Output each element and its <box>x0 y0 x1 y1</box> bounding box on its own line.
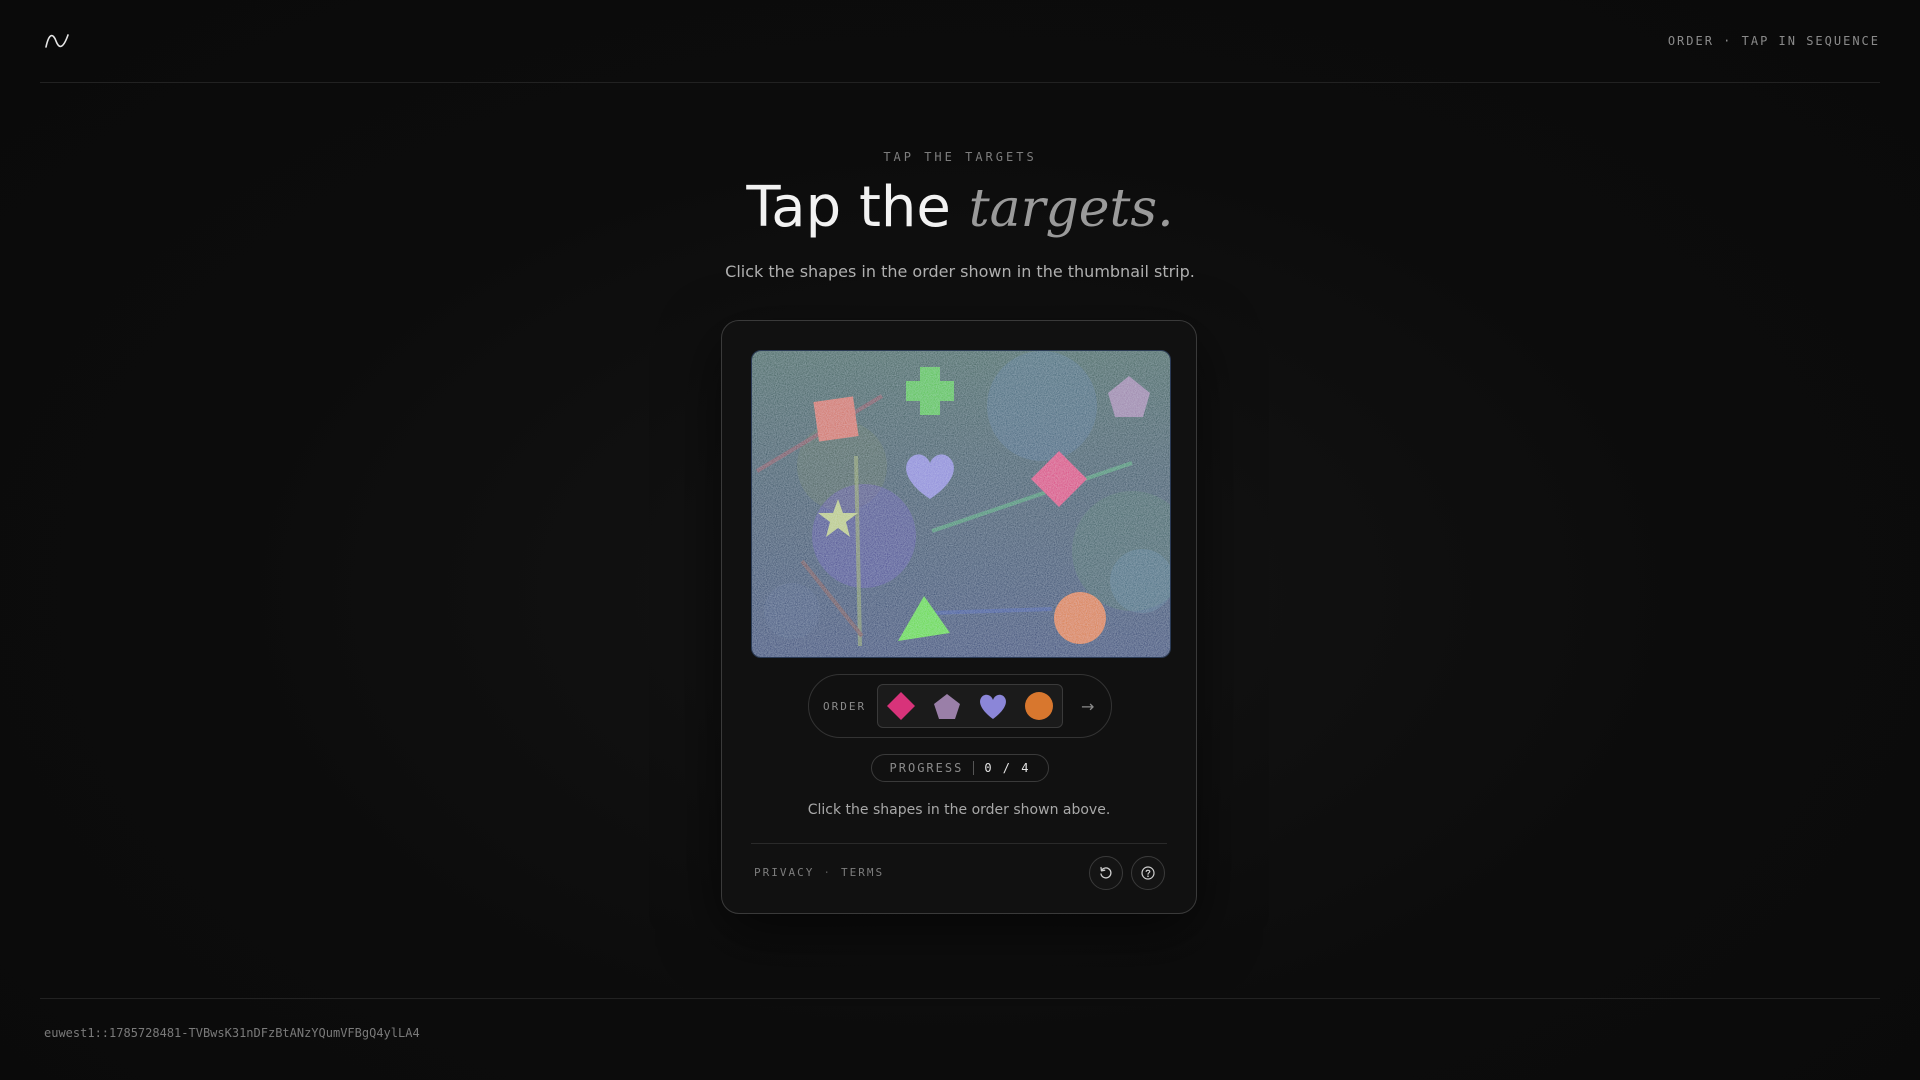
order-label: ORDER <box>823 699 867 713</box>
eyebrow: TAP THE TARGETS <box>883 150 1037 164</box>
order-thumb-pentagon <box>934 694 960 719</box>
wave-logo-icon[interactable] <box>44 31 70 51</box>
mode-indicator: ORDER · TAP IN SEQUENCE <box>1667 34 1880 48</box>
order-thumbnails <box>877 684 1063 728</box>
challenge-canvas[interactable] <box>751 350 1171 658</box>
order-thumb-diamond <box>887 692 915 720</box>
page-subtitle: Click the shapes in the order shown in t… <box>725 262 1195 281</box>
help-button[interactable] <box>1131 856 1165 890</box>
card-divider <box>751 843 1167 844</box>
privacy-link[interactable]: PRIVACY <box>754 866 814 879</box>
legal-links: PRIVACY · TERMS <box>754 866 884 879</box>
title-accent: targets. <box>968 179 1174 239</box>
top-bar: ORDER · TAP IN SEQUENCE <box>40 0 1880 83</box>
page-title: Tap the targets. <box>0 180 1920 236</box>
terms-link[interactable]: TERMS <box>841 866 884 879</box>
title-plain: Tap the <box>746 175 951 240</box>
challenge-card: ORDER → PROGRESS 0 / 4 Click the shapes … <box>721 320 1197 914</box>
link-separator: · <box>823 866 832 879</box>
challenge-image[interactable] <box>752 351 1170 657</box>
order-strip: ORDER → <box>808 674 1112 738</box>
order-thumb-heart <box>980 694 1006 719</box>
refresh-button[interactable] <box>1089 856 1123 890</box>
progress-indicator: PROGRESS 0 / 4 <box>871 754 1049 782</box>
order-thumb-circle <box>1025 692 1053 720</box>
footer-divider <box>40 998 1880 999</box>
arrow-right-icon: → <box>1081 696 1095 716</box>
instruction-hint: Click the shapes in the order shown abov… <box>807 802 1111 818</box>
progress-label: PROGRESS <box>889 761 964 775</box>
progress-value: 0 / 4 <box>984 761 1031 775</box>
session-id: euwest1::1785728481-TVBwsK31nDFzBtANzYQu… <box>44 1026 420 1040</box>
refresh-icon <box>1100 866 1112 879</box>
progress-divider <box>973 761 975 775</box>
hero: TAP THE TARGETS Tap the targets. Click t… <box>0 150 1920 281</box>
help-icon <box>1141 866 1155 880</box>
